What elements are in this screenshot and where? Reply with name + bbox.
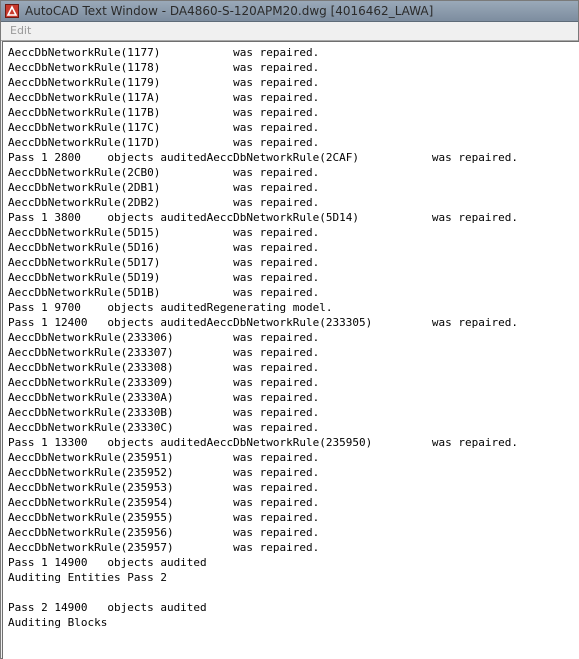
console-line: Pass 1 9700 objects auditedRegenerating … [8, 301, 333, 314]
console-line: AeccDbNetworkRule(1178) was repaired. [8, 61, 320, 74]
console-line: AeccDbNetworkRule(5D16) was repaired. [8, 241, 320, 254]
console-line: AeccDbNetworkRule(235953) was repaired. [8, 481, 320, 494]
console-line: AeccDbNetworkRule(235951) was repaired. [8, 451, 320, 464]
console-line: AeccDbNetworkRule(233307) was repaired. [8, 346, 320, 359]
console-line: Pass 2 14900 objects audited [8, 601, 207, 614]
console-line: Pass 1 3800 objects auditedAeccDbNetwork… [8, 211, 518, 224]
console-line: AeccDbNetworkRule(235956) was repaired. [8, 526, 320, 539]
command-history-lines: AeccDbNetworkRule(1177) was repaired. Aec… [8, 45, 518, 630]
console-line: AeccDbNetworkRule(5D17) was repaired. [8, 256, 320, 269]
console-line: AeccDbNetworkRule(5D1B) was repaired. [8, 286, 320, 299]
console-line: AeccDbNetworkRule(235952) was repaired. [8, 466, 320, 479]
console-line: AeccDbNetworkRule(5D19) was repaired. [8, 271, 320, 284]
console-line: Pass 1 12400 objects auditedAeccDbNetwor… [8, 316, 518, 329]
console-line: AeccDbNetworkRule(233309) was repaired. [8, 376, 320, 389]
console-line: Pass 1 2800 objects auditedAeccDbNetwork… [8, 151, 518, 164]
autocad-app-icon [5, 4, 19, 18]
command-history-pane[interactable]: AeccDbNetworkRule(1177) was repaired. Aec… [2, 41, 579, 659]
console-line: Auditing Blocks [8, 616, 108, 629]
console-line: AeccDbNetworkRule(1179) was repaired. [8, 76, 320, 89]
console-line: AeccDbNetworkRule(117D) was repaired. [8, 136, 320, 149]
menu-bar: Edit [1, 22, 578, 41]
console-line: AeccDbNetworkRule(117C) was repaired. [8, 121, 320, 134]
autocad-text-window: AutoCAD Text Window - DA4860-S-120APM20.… [0, 0, 579, 659]
console-line: AeccDbNetworkRule(5D15) was repaired. [8, 226, 320, 239]
console-line: AeccDbNetworkRule(1177) was repaired. [8, 46, 320, 59]
console-line: AeccDbNetworkRule(117A) was repaired. [8, 91, 320, 104]
console-line: Auditing Entities Pass 2 [8, 571, 167, 584]
console-line: AeccDbNetworkRule(233306) was repaired. [8, 331, 320, 344]
console-line: AeccDbNetworkRule(2CB0) was repaired. [8, 166, 320, 179]
console-line: AeccDbNetworkRule(235954) was repaired. [8, 496, 320, 509]
console-line: Pass 1 14900 objects audited [8, 556, 207, 569]
console-line: AeccDbNetworkRule(117B) was repaired. [8, 106, 320, 119]
console-line: Pass 1 13300 objects auditedAeccDbNetwor… [8, 436, 518, 449]
console-line: AeccDbNetworkRule(235957) was repaired. [8, 541, 320, 554]
menu-item-edit[interactable]: Edit [10, 24, 31, 37]
console-line: AeccDbNetworkRule(23330B) was repaired. [8, 406, 320, 419]
console-line: AeccDbNetworkRule(235955) was repaired. [8, 511, 320, 524]
console-line: AeccDbNetworkRule(23330A) was repaired. [8, 391, 320, 404]
title-bar[interactable]: AutoCAD Text Window - DA4860-S-120APM20.… [1, 1, 578, 22]
console-line: AeccDbNetworkRule(2DB1) was repaired. [8, 181, 320, 194]
console-line: AeccDbNetworkRule(233308) was repaired. [8, 361, 320, 374]
console-line: AeccDbNetworkRule(2DB2) was repaired. [8, 196, 320, 209]
window-title: AutoCAD Text Window - DA4860-S-120APM20.… [25, 4, 434, 18]
console-line: AeccDbNetworkRule(23330C) was repaired. [8, 421, 320, 434]
